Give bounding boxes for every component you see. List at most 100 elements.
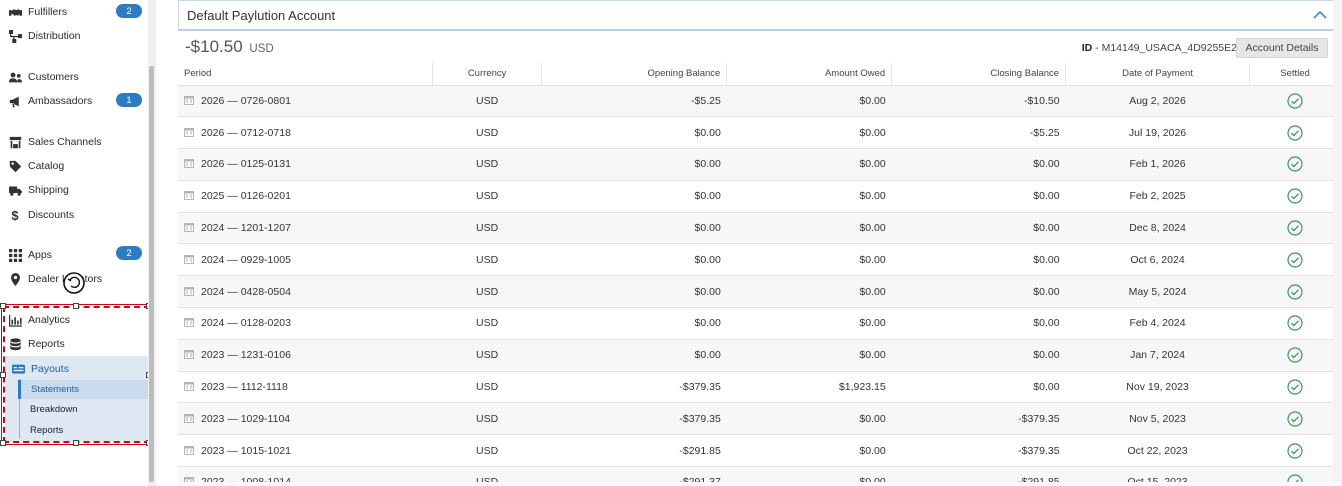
statements-table: Period Currency Opening Balance Amount O…	[178, 63, 1340, 486]
resize-handle[interactable]	[73, 303, 79, 309]
row-period: 2026 — 0125-0131	[178, 148, 433, 181]
column-header-currency[interactable]: Currency	[432, 63, 543, 86]
page-scrollbar-track[interactable]	[1333, 0, 1342, 486]
resize-handle[interactable]	[0, 372, 6, 378]
period-label: 2025 — 0126-0201	[201, 190, 291, 203]
statements-table-body: 2026 — 0726-0801 USD -$5.25 $0.00 -$10.50 Aug…	[178, 85, 1340, 486]
page-bottom-edge	[178, 482, 1342, 486]
row-currency: USD	[432, 116, 542, 150]
chevron-up-icon[interactable]	[1313, 8, 1327, 22]
period-label: 2023 — 1112-1118	[201, 381, 288, 394]
calendar-icon	[184, 382, 194, 392]
sidebar-item-dealer-locators[interactable]: Dealer Locators	[8, 269, 102, 289]
calendar-icon	[184, 223, 194, 233]
row-currency: USD	[432, 402, 542, 436]
sidebar-item-label: Payouts	[31, 363, 69, 375]
column-header-opening-balance[interactable]: Opening Balance	[541, 63, 728, 86]
row-opening-balance: $0.00	[541, 339, 727, 372]
table-row[interactable]: 2024 — 0428-0504 USD $0.00 $0.00 $0.00 May 5,…	[178, 275, 1340, 309]
column-header-settled[interactable]: Settled	[1249, 63, 1340, 86]
calendar-icon	[184, 159, 194, 169]
users-icon	[8, 70, 22, 84]
sidebar-item-sales-channels[interactable]: Sales Channels	[8, 132, 102, 152]
sidebar-item-label: Sales Channels	[28, 136, 102, 148]
sidebar-item-shipping[interactable]: Shipping	[8, 180, 69, 200]
fulfillers-count-badge: 2	[116, 4, 142, 18]
row-period: 2025 — 0126-0201	[178, 180, 433, 213]
sidebar-item-label: Ambassadors	[28, 95, 93, 107]
column-header-period[interactable]: Period	[178, 63, 433, 86]
row-closing-balance: $0.00	[891, 180, 1066, 213]
row-currency: USD	[432, 243, 542, 277]
column-header-amount-owed[interactable]: Amount Owed	[726, 63, 893, 86]
balance-currency: USD	[249, 43, 274, 55]
row-amount-owed: $1,923.15	[726, 371, 892, 404]
storefront-icon	[8, 135, 22, 149]
tag-icon	[8, 159, 22, 173]
table-row[interactable]: 2024 — 0128-0203 USD $0.00 $0.00 $0.00 Feb 4,…	[178, 307, 1340, 340]
row-currency: USD	[432, 275, 542, 309]
account-header[interactable]: Default Paylution Account	[178, 0, 1338, 31]
resize-handle[interactable]	[0, 303, 6, 309]
account-id-label: ID	[1081, 42, 1093, 54]
row-amount-owed: $0.00	[726, 148, 892, 181]
table-row[interactable]: 2026 — 0712-0718 USD $0.00 $0.00 -$5.25 Jul 1…	[178, 116, 1340, 150]
period-label: 2023 — 1029-1104	[201, 412, 291, 425]
sidebar: Fulfillers 2 Distribution Customers Amba…	[0, 0, 156, 486]
row-date-of-payment: Feb 1, 2026	[1065, 148, 1250, 181]
sidebar-item-distribution[interactable]: Distribution	[8, 26, 81, 46]
row-settled	[1249, 148, 1340, 181]
sidebar-item-ambassadors[interactable]: Ambassadors	[8, 91, 92, 111]
table-row[interactable]: 2026 — 0125-0131 USD $0.00 $0.00 $0.00 Feb 1,…	[178, 148, 1340, 181]
truck-icon	[8, 183, 22, 197]
column-header-closing-balance[interactable]: Closing Balance	[891, 63, 1067, 86]
statements-panel: Default Paylution Account -$10.50 USD ID…	[178, 0, 1340, 486]
submenu-item-statements[interactable]: Statements	[18, 380, 148, 399]
table-row[interactable]: 2024 — 0929-1005 USD $0.00 $0.00 $0.00 Oct 6,…	[178, 243, 1340, 277]
sidebar-item-payouts[interactable]: Payouts	[11, 359, 69, 379]
row-currency: USD	[432, 434, 542, 468]
sidebar-item-analytics[interactable]: Analytics	[8, 310, 70, 330]
check-circle-icon	[1287, 188, 1303, 204]
table-row[interactable]: 2024 — 1201-1207 USD $0.00 $0.00 $0.00 Dec 8,…	[178, 212, 1340, 245]
table-row[interactable]: 2025 — 0126-0201 USD $0.00 $0.00 $0.00 Feb 2,…	[178, 180, 1340, 213]
row-closing-balance: -$379.35	[891, 434, 1066, 468]
row-settled	[1249, 371, 1340, 404]
submenu-item-breakdown[interactable]: Breakdown	[19, 400, 149, 419]
sidebar-scrollbar-thumb[interactable]	[149, 66, 154, 482]
table-row[interactable]: 2026 — 0726-0801 USD -$5.25 $0.00 -$10.50 Aug…	[178, 85, 1340, 118]
resize-handle[interactable]	[0, 440, 6, 446]
account-title: Default Paylution Account	[187, 7, 336, 23]
table-row[interactable]: 2023 — 1112-1118 USD -$379.35 $1,923.15 $0.0…	[178, 371, 1340, 404]
column-header-date-of-payment[interactable]: Date of Payment	[1065, 63, 1250, 86]
sidebar-item-customers[interactable]: Customers	[8, 67, 79, 87]
row-period: 2023 — 1231-0106	[178, 339, 433, 372]
sidebar-item-catalog[interactable]: Catalog	[8, 156, 64, 176]
period-label: 2023 — 1015-1021	[201, 444, 291, 457]
row-settled	[1249, 243, 1340, 277]
table-row[interactable]: 2023 — 1231-0106 USD $0.00 $0.00 $0.00 Jan 7,…	[178, 339, 1340, 372]
row-settled	[1249, 85, 1340, 118]
row-period: 2024 — 1201-1207	[178, 212, 433, 245]
sidebar-item-reports[interactable]: Reports	[8, 334, 65, 354]
table-row[interactable]: 2023 — 1029-1104 USD -$379.35 $0.00 -$379.35…	[178, 402, 1340, 436]
row-closing-balance: $0.00	[891, 371, 1066, 404]
row-closing-balance: $0.00	[891, 275, 1066, 309]
apps-count-badge: 2	[116, 246, 142, 260]
row-closing-balance: -$5.25	[891, 116, 1066, 150]
sidebar-item-discounts[interactable]: $ Discounts	[8, 205, 74, 225]
row-currency: USD	[432, 371, 542, 404]
map-pin-icon	[8, 272, 22, 286]
check-circle-icon	[1287, 284, 1303, 300]
sidebar-item-fulfillers[interactable]: Fulfillers	[8, 2, 67, 22]
row-settled	[1249, 402, 1340, 436]
account-details-button[interactable]: Account Details	[1236, 38, 1328, 58]
table-row[interactable]: 2023 — 1015-1021 USD -$291.85 $0.00 -$379.35…	[178, 434, 1340, 468]
row-opening-balance: $0.00	[541, 148, 727, 181]
submenu-item-reports[interactable]: Reports	[19, 421, 149, 440]
row-amount-owed: $0.00	[726, 212, 892, 245]
row-currency: USD	[432, 180, 542, 213]
resize-handle[interactable]	[73, 440, 79, 446]
sidebar-item-apps[interactable]: Apps	[8, 245, 52, 265]
row-settled	[1249, 307, 1340, 340]
